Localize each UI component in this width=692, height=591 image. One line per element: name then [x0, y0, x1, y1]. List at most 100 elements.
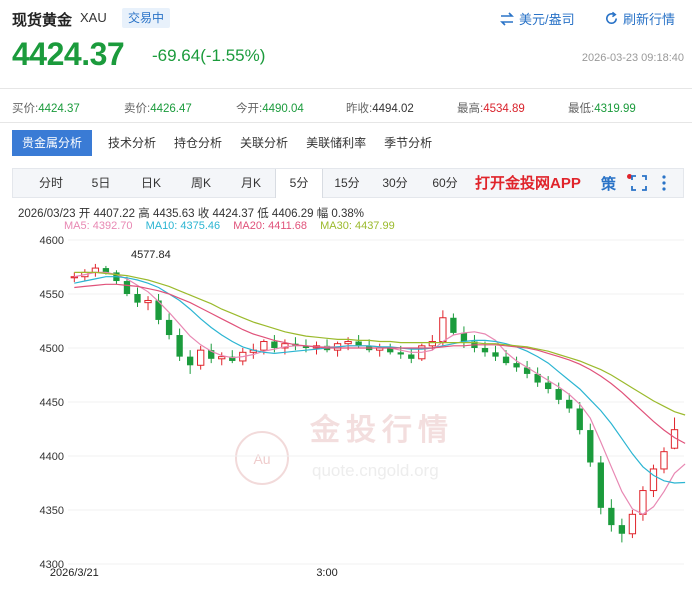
candle-body-down [513, 363, 520, 368]
candle-body-down [355, 341, 362, 346]
candle-body-down [123, 281, 131, 294]
candle-body-up [91, 267, 100, 273]
tab-precious-metal-analysis[interactable]: 贵金属分析 [12, 130, 93, 156]
ma-line-ma10 [74, 276, 686, 484]
candle-body-up [660, 451, 668, 470]
ohlc-date: 2026/03/23 [18, 208, 76, 220]
refresh-icon [606, 11, 617, 24]
candle-body-down [597, 462, 604, 508]
period-tabs: 分时 5日 日K 周K 月K 5分 15分 30分 60分 打开金投网APP 策 [12, 168, 684, 198]
candle-body-down [271, 341, 278, 348]
tab-period-daily[interactable]: 日K [127, 169, 175, 197]
ma-legend: MA5: 4392.70 MA10: 4375.46 MA20: 4411.68… [64, 220, 405, 232]
last-price: 4424.37 [12, 36, 125, 72]
candle-body-up [197, 349, 205, 366]
candle-body-down [566, 399, 573, 409]
stat-low: 最低:4319.99 [568, 103, 636, 115]
swap-icon [500, 11, 514, 26]
stat-bid: 买价:4424.37 [12, 103, 80, 115]
price-change: -69.64(-1.55%) [152, 46, 266, 65]
open-app-link[interactable]: 打开金投网APP [475, 172, 581, 193]
ohlc-amplitude: 0.38% [331, 208, 365, 220]
tab-period-intraday[interactable]: 分时 [27, 169, 75, 197]
refresh-button[interactable]: 刷新行情 [604, 9, 675, 28]
candle-body-down [134, 294, 141, 303]
candle-body-down [608, 507, 615, 526]
ohlc-open: 4407.22 [93, 208, 136, 220]
y-tick-label: 4450 [40, 397, 64, 409]
tab-technical-analysis[interactable]: 技术分析 [100, 130, 164, 156]
candle-body-down [618, 525, 626, 534]
candle-body-down [492, 352, 499, 357]
refresh-label: 刷新行情 [623, 12, 676, 27]
quote-header: 现货黄金 XAU 交易中 美元/盎司 刷新行情 [12, 6, 684, 30]
strategy-button[interactable]: 策 [601, 173, 616, 194]
tab-period-5day[interactable]: 5日 [77, 169, 125, 197]
tab-correlation-analysis[interactable]: 关联分析 [232, 130, 296, 156]
candle-body-down [587, 430, 594, 463]
y-tick-label: 4600 [40, 235, 64, 247]
tab-period-weekly[interactable]: 周K [177, 169, 225, 197]
candle-body-down [460, 332, 468, 342]
quote-timestamp: 2026-03-23 09:18:40 [581, 52, 684, 64]
candle-body-up [218, 356, 226, 360]
ma20-label: MA20: 4411.68 [233, 220, 308, 232]
trading-status-badge: 交易中 [122, 8, 171, 28]
currency-unit-label: 美元/盎司 [519, 12, 575, 27]
divider [0, 88, 692, 89]
watermark-badge-text: Au [253, 451, 270, 467]
candle-body-down [481, 348, 489, 353]
y-tick-label: 4500 [40, 343, 64, 355]
candle-body-down [165, 319, 173, 336]
candle-body-up [70, 276, 78, 279]
tab-position-analysis[interactable]: 持仓分析 [166, 130, 230, 156]
analysis-tabs: 贵金属分析 技术分析 持仓分析 关联分析 美联储利率 季节分析 [12, 130, 442, 156]
candle-body-down [176, 335, 183, 357]
tab-fed-rate[interactable]: 美联储利率 [298, 130, 374, 156]
ohlc-high: 4435.63 [152, 208, 195, 220]
ohlc-low: 4406.29 [271, 208, 314, 220]
tab-seasonal-analysis[interactable]: 季节分析 [376, 130, 440, 156]
candle-body-up [639, 490, 647, 515]
tab-period-15min[interactable]: 15分 [325, 169, 369, 197]
candle-body-down [186, 356, 194, 366]
watermark-title: 金投行情 [309, 413, 454, 448]
candle-body-up [260, 341, 268, 351]
y-tick-label: 4400 [40, 451, 64, 463]
quote-stats: 买价:4424.37 卖价:4426.47 今开:4490.04 昨收:4494… [12, 100, 684, 118]
tab-period-5min[interactable]: 5分 [275, 169, 323, 198]
kline-chart[interactable]: Au 金投行情 quote.cngold.org 4600 4550 4500 4450 44… [0, 232, 692, 591]
candle-body-down [408, 354, 415, 359]
candle-body-up [649, 468, 658, 492]
candle-body-down [397, 352, 404, 355]
y-tick-label: 4550 [40, 289, 64, 301]
tab-period-monthly[interactable]: 月K [227, 169, 275, 197]
tab-period-60min[interactable]: 60分 [421, 169, 469, 197]
candle-body-up [439, 317, 447, 343]
fullscreen-icon[interactable] [631, 175, 647, 191]
candle-body-up [628, 513, 637, 535]
ma5-label: MA5: 4392.70 [64, 220, 133, 232]
ohlc-close: 4424.37 [212, 208, 255, 220]
ohlc-info: 2026/03/23 开 4407.22 高 4435.63 收 4424.37… [18, 208, 365, 220]
x-tick-label: 2026/3/21 [50, 567, 99, 579]
more-options-icon[interactable] [661, 174, 667, 192]
tab-period-30min[interactable]: 30分 [371, 169, 419, 197]
candle-body-up [344, 341, 352, 345]
candle-body-down [102, 268, 110, 273]
ma30-label: MA30: 4437.99 [320, 220, 395, 232]
high-price-label: 4577.84 [131, 249, 171, 261]
stat-open: 今开:4490.04 [236, 103, 304, 115]
stat-high: 最高:4534.89 [457, 103, 525, 115]
stat-prev-close: 昨收:4494.02 [346, 103, 414, 115]
candle-body-down [555, 389, 562, 400]
candle-body-down [502, 356, 510, 364]
y-tick-label: 4350 [40, 505, 64, 517]
candle-body-down [576, 408, 583, 431]
candle-body-down [545, 382, 552, 390]
ma10-label: MA10: 4375.46 [145, 220, 221, 232]
candle-body-down [450, 317, 457, 333]
stat-ask: 卖价:4426.47 [124, 103, 192, 115]
x-tick-label: 3:00 [316, 567, 337, 579]
currency-unit-button[interactable]: 美元/盎司 [499, 9, 575, 28]
